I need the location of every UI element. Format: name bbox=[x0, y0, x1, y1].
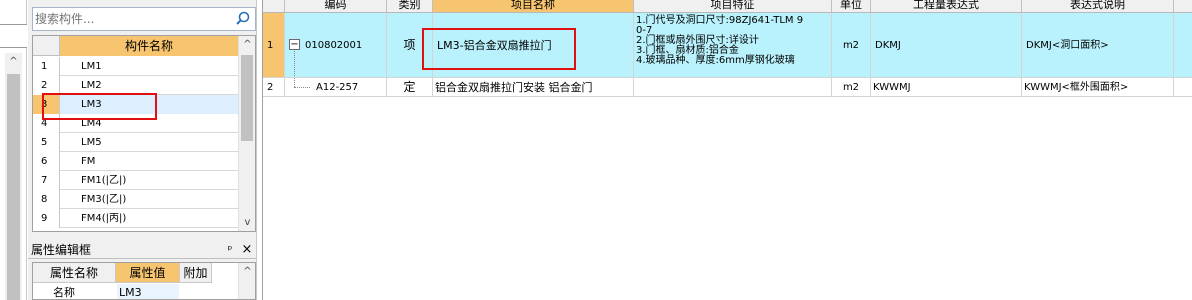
component-row-number: 3 bbox=[33, 95, 60, 114]
collapse-toggle-icon[interactable]: − bbox=[289, 39, 300, 50]
property-grid: 属性名称 属性值 附加 名称 LM3 ^ bbox=[32, 262, 256, 300]
property-name-cell: 名称 bbox=[53, 286, 75, 299]
unit-cell[interactable]: m2 bbox=[832, 78, 871, 97]
search-icon[interactable] bbox=[233, 10, 253, 28]
component-row-name[interactable]: FM bbox=[60, 152, 238, 171]
component-row[interactable]: 6 FM bbox=[33, 152, 238, 171]
component-row-selected[interactable]: 3 LM3 bbox=[33, 95, 238, 114]
component-row[interactable]: 1 LM1 bbox=[33, 57, 238, 76]
expression-description-cell[interactable]: KWWMJ<框外围面积> bbox=[1022, 78, 1174, 97]
component-list-scrollbar[interactable]: ^ v bbox=[238, 36, 255, 231]
code-column-header[interactable]: 编码 bbox=[285, 0, 387, 13]
component-row[interactable]: 4 LM4 bbox=[33, 114, 238, 133]
scroll-down-arrow-icon[interactable]: v bbox=[239, 214, 255, 231]
expression-column-header[interactable]: 工程量表达式 bbox=[871, 0, 1022, 13]
property-editor-title: 属性编辑框 bbox=[31, 243, 92, 257]
code-cell[interactable]: A12-257 bbox=[285, 78, 387, 97]
component-panel: 构件名称 1 LM1 2 LM2 3 LM3 4 LM4 5 LM5 6 FM … bbox=[28, 0, 256, 300]
scroll-up-arrow-icon[interactable]: ^ bbox=[239, 263, 255, 280]
extra-column-header bbox=[1174, 0, 1192, 13]
component-row-name[interactable]: FM4(|丙|) bbox=[60, 209, 238, 228]
property-value-column-header[interactable]: 属性值 bbox=[116, 263, 180, 283]
component-row-number: 5 bbox=[33, 133, 60, 152]
component-row-name[interactable]: FM1(|乙|) bbox=[60, 171, 238, 190]
component-row-number: 2 bbox=[33, 76, 60, 95]
pin-icon[interactable]: ᵖ bbox=[224, 242, 236, 258]
feature-line: 1.门代号及洞口尺寸:98ZJ641-TLM 9 bbox=[636, 15, 804, 26]
component-row-name[interactable]: LM4 bbox=[60, 114, 238, 133]
unit-cell[interactable]: m2 bbox=[832, 13, 871, 78]
category-column-header[interactable]: 类别 bbox=[387, 0, 433, 13]
component-row-number: 8 bbox=[33, 190, 60, 209]
component-name-column-header[interactable]: 构件名称 bbox=[60, 36, 238, 56]
code-cell[interactable]: − 010802001 bbox=[285, 13, 387, 78]
component-search-input[interactable] bbox=[35, 10, 231, 28]
tree-connector bbox=[294, 87, 310, 88]
component-row-name[interactable]: FM3(|乙|) bbox=[60, 190, 238, 209]
component-row[interactable]: 7 FM1(|乙|) bbox=[33, 171, 238, 190]
property-editor-titlebar: 属性编辑框 ᵖ × bbox=[28, 241, 256, 259]
component-row-name[interactable]: LM1 bbox=[60, 57, 238, 76]
feature-line: 4.玻璃品种、厚度:6mm厚钢化玻璃 bbox=[636, 55, 795, 66]
item-name-cell[interactable]: LM3-铝合金双扇推拉门 bbox=[433, 13, 634, 78]
extra-cell bbox=[1174, 13, 1192, 78]
row-number-column-header bbox=[263, 0, 285, 13]
expression-cell[interactable]: KWWMJ bbox=[871, 78, 1022, 97]
tree-connector bbox=[294, 51, 295, 77]
scroll-up-arrow-icon[interactable]: ^ bbox=[239, 36, 255, 53]
left-navigation-strip: ^ bbox=[0, 0, 27, 300]
tree-connector bbox=[294, 78, 295, 87]
expression-description-column-header[interactable]: 表达式说明 bbox=[1022, 0, 1174, 13]
component-list: 构件名称 1 LM1 2 LM2 3 LM3 4 LM4 5 LM5 6 FM … bbox=[32, 35, 256, 232]
item-name-cell[interactable]: 铝合金双扇推拉门安装 铝合金门 bbox=[433, 78, 634, 97]
item-features-cell[interactable] bbox=[634, 78, 832, 97]
component-row-number: 7 bbox=[33, 171, 60, 190]
component-list-corner bbox=[33, 36, 60, 56]
property-value-cell[interactable]: LM3 bbox=[117, 284, 179, 299]
component-row-number: 9 bbox=[33, 209, 60, 228]
component-row-name[interactable]: LM3 bbox=[60, 95, 238, 114]
property-name-column-header[interactable]: 属性名称 bbox=[33, 263, 116, 283]
property-editor-panel: 属性编辑框 ᵖ × 属性名称 属性值 附加 名称 LM3 ^ bbox=[28, 241, 256, 300]
row-number-cell[interactable]: 1 bbox=[263, 13, 285, 78]
extra-cell bbox=[1174, 78, 1192, 97]
quantity-item-grid: 编码 类别 项目名称 项目特征 单位 工程量表达式 表达式说明 1 − 0108… bbox=[263, 0, 1192, 300]
panel-splitter[interactable] bbox=[256, 0, 263, 300]
component-row-number: 1 bbox=[33, 57, 60, 76]
component-row[interactable]: 9 FM4(|丙|) bbox=[33, 209, 238, 228]
row-number-cell[interactable]: 2 bbox=[263, 78, 285, 97]
close-icon[interactable]: × bbox=[240, 242, 254, 258]
expression-description-cell[interactable]: DKMJ<洞口面积> bbox=[1022, 13, 1174, 78]
scroll-up-arrow-icon[interactable]: ^ bbox=[5, 53, 22, 70]
item-features-cell[interactable]: 1.门代号及洞口尺寸:98ZJ641-TLM 9 0-7 2.门框或扇外围尺寸:… bbox=[634, 13, 832, 78]
item-name-column-header[interactable]: 项目名称 bbox=[433, 0, 634, 13]
component-row-name[interactable]: LM2 bbox=[60, 76, 238, 95]
component-list-header: 构件名称 bbox=[33, 36, 238, 56]
item-features-column-header[interactable]: 项目特征 bbox=[634, 0, 832, 13]
category-cell[interactable]: 定 bbox=[387, 78, 433, 97]
unit-column-header[interactable]: 单位 bbox=[832, 0, 871, 13]
property-extra-column-header[interactable]: 附加 bbox=[180, 263, 212, 283]
component-search-box bbox=[32, 7, 256, 31]
component-row-name[interactable]: LM5 bbox=[60, 133, 238, 152]
component-row[interactable]: 5 LM5 bbox=[33, 133, 238, 152]
component-row[interactable]: 2 LM2 bbox=[33, 76, 238, 95]
code-text: A12-257 bbox=[316, 82, 359, 93]
component-list-scroll-thumb[interactable] bbox=[241, 55, 253, 141]
component-row-number: 4 bbox=[33, 114, 60, 133]
left-strip-field[interactable] bbox=[0, 24, 27, 48]
component-row-number: 6 bbox=[33, 152, 60, 171]
code-text: 010802001 bbox=[305, 40, 363, 51]
left-strip-scroll-thumb[interactable] bbox=[7, 74, 20, 300]
component-row[interactable]: 8 FM3(|乙|) bbox=[33, 190, 238, 209]
category-cell[interactable]: 项 bbox=[387, 13, 433, 78]
expression-cell[interactable]: DKMJ bbox=[871, 13, 1022, 78]
property-grid-scrollbar[interactable]: ^ bbox=[238, 263, 255, 299]
